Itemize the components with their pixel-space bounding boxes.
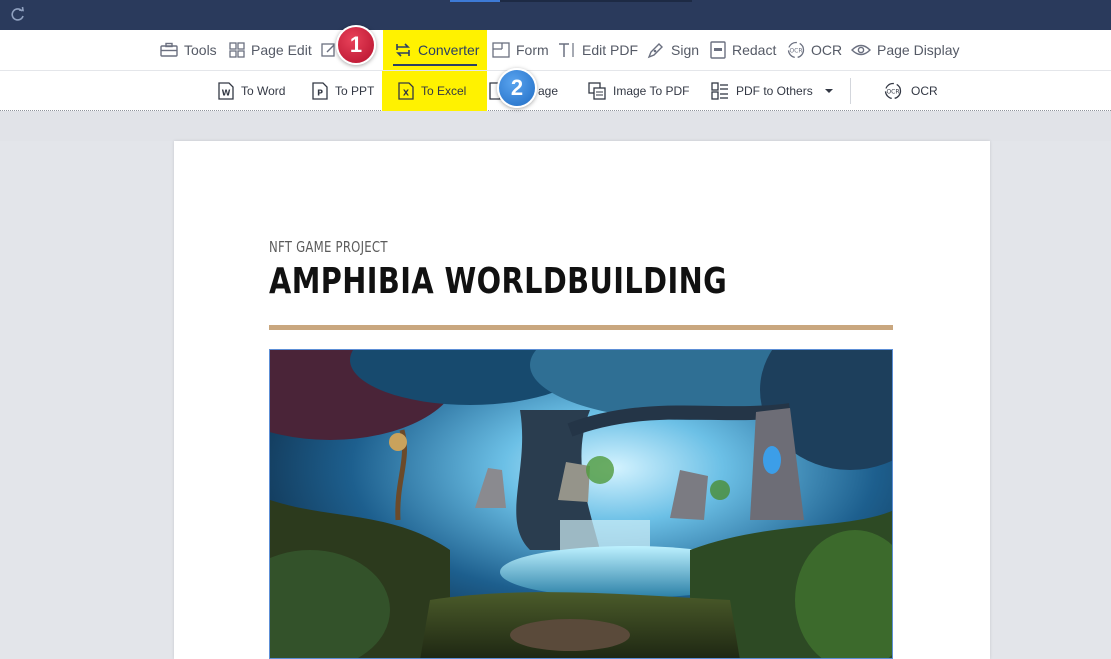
image-to-pdf-label: Image To PDF <box>613 84 690 98</box>
to-excel-button[interactable]: X To Excel <box>382 71 487 111</box>
converter-tab[interactable]: Converter <box>383 30 487 70</box>
active-tab-underline <box>393 64 477 66</box>
ppt-file-icon: P <box>312 82 328 100</box>
form-button[interactable]: Form <box>492 30 549 70</box>
form-icon <box>492 42 510 58</box>
to-excel-label: To Excel <box>421 84 467 98</box>
redact-label: Redact <box>732 42 777 58</box>
redact-icon <box>710 41 726 59</box>
ocr-button[interactable]: OCR OCR <box>787 30 842 70</box>
to-image-label: age <box>538 84 559 98</box>
edit-pdf-label: Edit PDF <box>582 42 639 58</box>
svg-text:X: X <box>403 89 410 98</box>
ocr-convert-button[interactable]: OCR OCR <box>884 71 938 111</box>
converter-label: Converter <box>418 42 480 58</box>
toolbox-icon <box>160 42 178 57</box>
convert-icon <box>396 43 410 57</box>
form-label: Form <box>516 42 549 58</box>
step-1-badge: 1 <box>336 25 376 65</box>
svg-text:OCR: OCR <box>789 48 802 55</box>
document-subtitle: NFT GAME PROJECT <box>269 238 388 256</box>
pen-icon <box>647 43 663 59</box>
toolbar-separator <box>850 78 851 104</box>
sign-label: Sign <box>671 42 700 58</box>
title-rule <box>269 325 893 330</box>
word-file-icon: W <box>218 82 234 100</box>
document-page: NFT GAME PROJECT AMPHIBIA WORLDBUILDING <box>174 141 990 659</box>
pdf-to-others-label: PDF to Others <box>736 84 813 98</box>
edit-icon <box>321 43 335 57</box>
grid-icon <box>229 42 245 58</box>
page-display-label: Page Display <box>877 42 960 58</box>
ocr-icon: OCR <box>787 41 805 59</box>
tools-label: Tools <box>184 42 217 58</box>
text-edit-icon <box>559 43 574 57</box>
eye-icon <box>851 44 871 56</box>
to-ppt-label: To PPT <box>335 84 375 98</box>
tools-button[interactable]: Tools <box>160 30 217 70</box>
to-word-button[interactable]: W To Word <box>218 71 285 111</box>
ocr-icon: OCR <box>884 82 902 100</box>
title-bar <box>0 0 1111 30</box>
image-to-pdf-button[interactable]: Image To PDF <box>588 71 689 111</box>
page-edit-button[interactable]: Page Edit <box>229 30 312 70</box>
to-ppt-button[interactable]: P To PPT <box>312 71 374 111</box>
document-title: AMPHIBIA WORLDBUILDING <box>269 261 728 302</box>
svg-text:W: W <box>222 89 231 98</box>
converter-toolbar: W To Word P To PPT X To Excel age Image … <box>0 71 1111 111</box>
image-to-pdf-icon <box>588 82 606 100</box>
caret-down-icon <box>824 89 833 93</box>
forest-scene-image <box>270 350 892 658</box>
viewer-margin <box>0 111 1111 141</box>
to-word-label: To Word <box>241 84 286 98</box>
redo-icon[interactable] <box>10 6 26 22</box>
edit-button-hidden[interactable] <box>321 30 337 70</box>
svg-text:OCR: OCR <box>886 89 899 96</box>
pdf-to-others-dropdown[interactable]: PDF to Others <box>711 71 834 111</box>
step-2-badge: 2 <box>497 68 537 108</box>
fantasy-forest-illustration[interactable] <box>269 349 893 659</box>
page-display-button[interactable]: Page Display <box>851 30 960 70</box>
redact-button[interactable]: Redact <box>710 30 776 70</box>
excel-file-icon: X <box>398 82 414 100</box>
main-toolbar: Tools Page Edit Converter Form Edit PDF … <box>0 30 1111 71</box>
svg-text:P: P <box>317 89 323 98</box>
edit-pdf-button[interactable]: Edit PDF <box>558 30 638 70</box>
ocr-label: OCR <box>811 42 843 58</box>
list-icon <box>711 82 728 100</box>
sign-button[interactable]: Sign <box>647 30 699 70</box>
ocr-convert-label: OCR <box>911 84 938 98</box>
page-edit-label: Page Edit <box>251 42 312 58</box>
tab-indicator <box>450 0 692 2</box>
